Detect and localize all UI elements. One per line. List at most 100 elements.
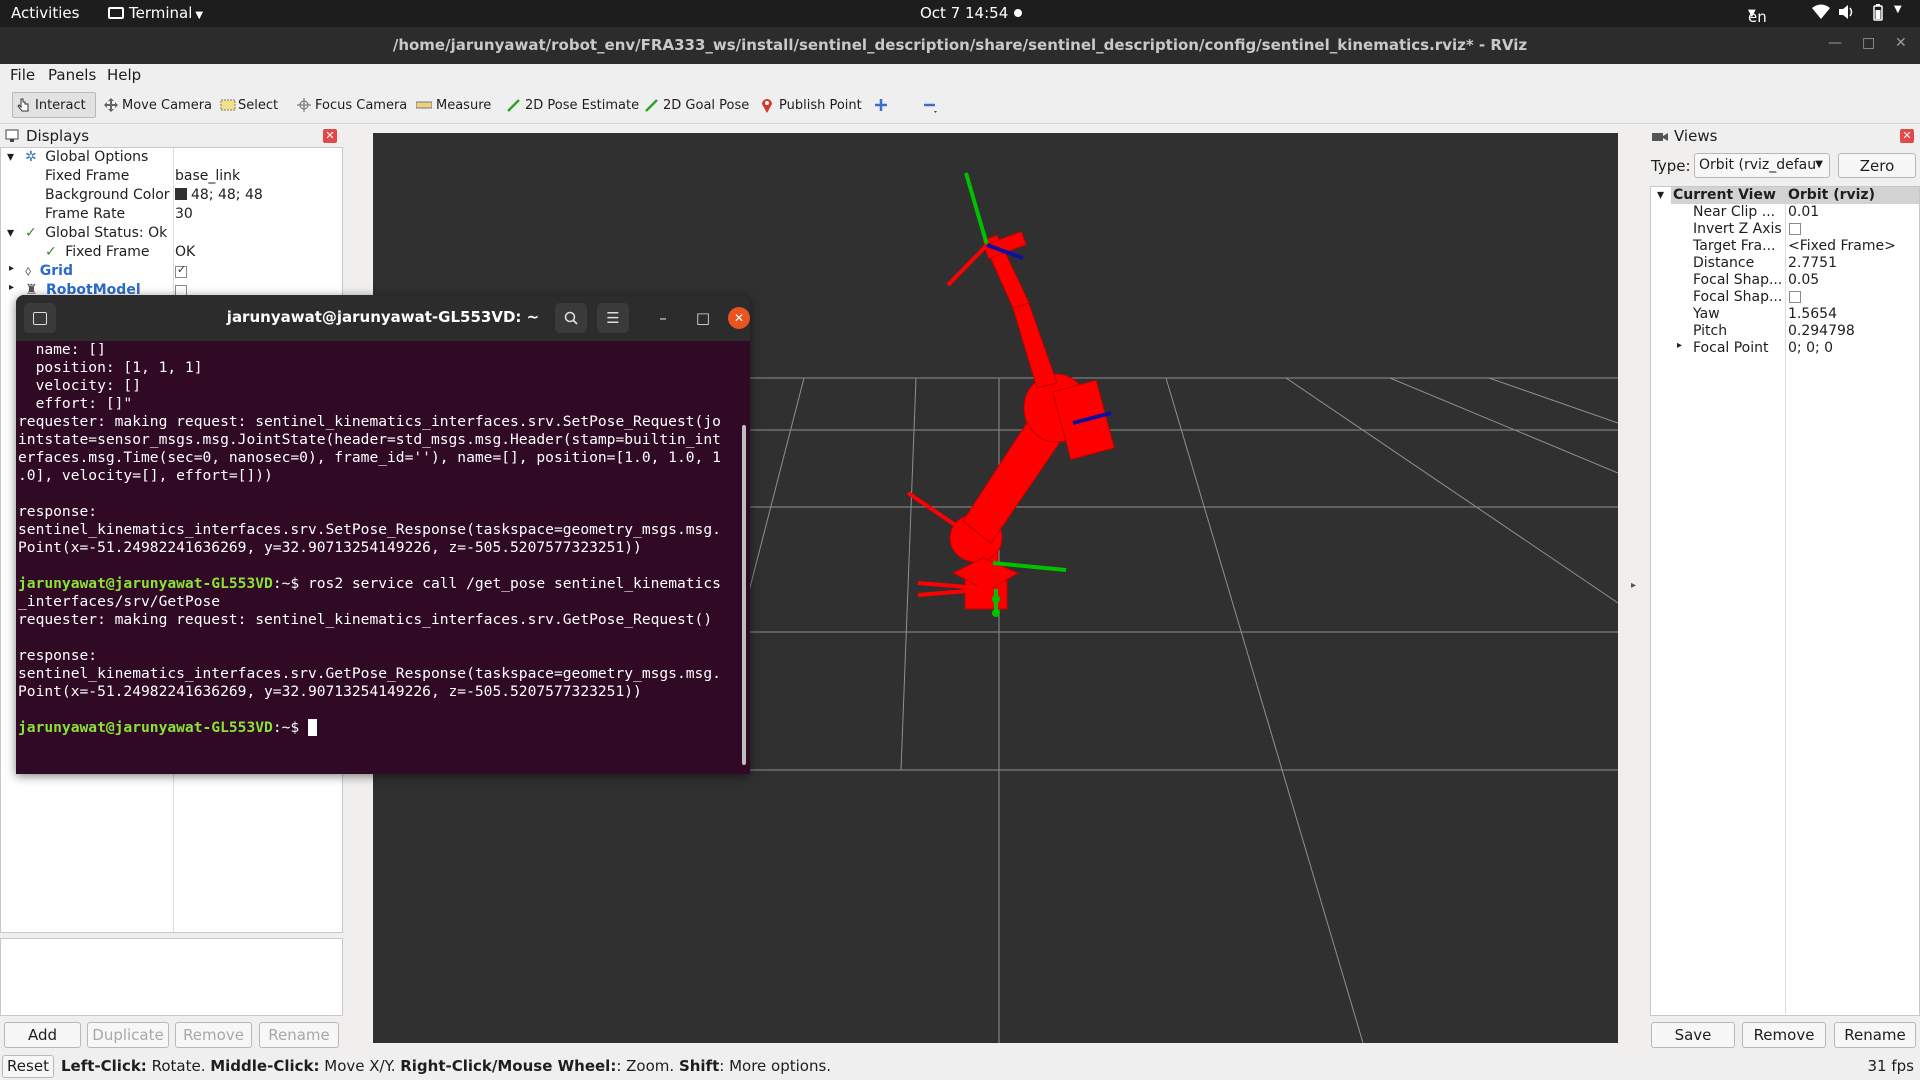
target-frame-field[interactable]: <Fixed Frame> bbox=[1788, 238, 1896, 254]
checkmark-icon: ✓ bbox=[45, 244, 57, 260]
close-icon[interactable]: ✕ bbox=[1900, 129, 1914, 143]
collapse-arrow-icon[interactable]: ▸ bbox=[9, 282, 14, 293]
terminal-prompt-line[interactable]: jarunyawat@jarunyawat-GL553VD:~$ bbox=[18, 719, 738, 737]
focal-point-field[interactable]: 0; 0; 0 bbox=[1788, 340, 1833, 356]
activities-button[interactable]: Activities bbox=[11, 4, 79, 22]
tree-item-global-status[interactable]: ✓ Global Status: Ok bbox=[25, 225, 167, 241]
menu-help[interactable]: Help bbox=[107, 66, 141, 84]
prompt-suffix: :~$ bbox=[272, 575, 308, 592]
focal-shape-fixed-checkbox[interactable] bbox=[1789, 291, 1801, 303]
volume-icon[interactable] bbox=[1838, 4, 1856, 24]
terminal-app-menu[interactable]: Terminal ▼ bbox=[108, 4, 203, 22]
collapse-arrow-icon[interactable]: ▸ bbox=[9, 263, 14, 274]
terminal-line: name: [] bbox=[18, 341, 106, 358]
terminal-line: erfaces.msg.Time(sec=0, nanosec=0), fram… bbox=[18, 449, 721, 466]
view-type-dropdown[interactable]: Orbit (rviz_defau ▼ bbox=[1694, 153, 1830, 178]
terminal-line: .0], velocity=[], effort=[])) bbox=[18, 467, 273, 484]
menu-panels[interactable]: Panels bbox=[48, 66, 96, 84]
terminal-line: intstate=sensor_msgs.msg.JointState(head… bbox=[18, 431, 721, 448]
fps-counter: 31 fps bbox=[1867, 1057, 1914, 1075]
zero-view-button[interactable]: Zero bbox=[1838, 153, 1916, 178]
maximize-icon: □ bbox=[695, 309, 711, 327]
collapse-arrow-icon[interactable]: ▸ bbox=[1677, 340, 1682, 351]
tree-divider bbox=[1785, 204, 1786, 1014]
frame-rate-field[interactable]: 30 bbox=[175, 206, 193, 222]
focal-shape-fixed-label: Focal Shap... bbox=[1693, 289, 1783, 305]
add-tool-button[interactable] bbox=[870, 92, 892, 118]
focal-shape-size-field[interactable]: 0.05 bbox=[1788, 272, 1819, 288]
duplicate-display-button[interactable]: Duplicate bbox=[87, 1022, 169, 1048]
clock[interactable]: Oct 7 14:54 bbox=[920, 4, 1008, 22]
minimize-icon[interactable]: — bbox=[1828, 35, 1842, 51]
tree-item-global-options[interactable]: ✲ Global Options bbox=[25, 149, 148, 165]
remove-tool-button[interactable] bbox=[918, 92, 940, 118]
shell-prompt: jarunyawat@jarunyawat-GL553VD bbox=[18, 719, 273, 736]
expand-arrow-icon[interactable]: ▾ bbox=[7, 225, 14, 241]
remove-display-button[interactable]: Remove bbox=[175, 1022, 252, 1048]
system-menu-chevron-icon[interactable]: ▼ bbox=[1894, 4, 1902, 15]
interact-tool-button[interactable]: Interact bbox=[12, 92, 96, 118]
pose-estimate-tool-button[interactable]: 2D Pose Estimate bbox=[503, 92, 643, 118]
terminal-search-button[interactable] bbox=[555, 303, 587, 333]
background-color-label: Background Color bbox=[45, 187, 170, 203]
fixed-frame-field[interactable]: base_link bbox=[175, 168, 240, 184]
ruler-icon bbox=[415, 98, 433, 112]
terminal-close-button[interactable]: ✕ bbox=[728, 307, 750, 329]
remove-view-button[interactable]: Remove bbox=[1742, 1022, 1826, 1048]
close-icon[interactable]: ✕ bbox=[1895, 35, 1907, 51]
terminal-line: response: bbox=[18, 503, 98, 520]
current-view-label: Current View bbox=[1673, 187, 1776, 203]
terminal-minimize-button[interactable]: – bbox=[647, 303, 679, 333]
collapse-right-panel-icon[interactable]: ▸ bbox=[1631, 580, 1636, 591]
terminal-menu-button[interactable]: ☰ bbox=[597, 303, 629, 333]
select-box-icon bbox=[220, 98, 236, 112]
close-icon[interactable]: ✕ bbox=[323, 129, 337, 143]
terminal-maximize-button[interactable]: □ bbox=[687, 303, 719, 333]
add-display-button[interactable]: Add bbox=[4, 1022, 81, 1048]
color-swatch bbox=[175, 188, 187, 200]
terminal-line: response: bbox=[18, 647, 98, 664]
frame-rate-label: Frame Rate bbox=[45, 206, 126, 222]
expand-arrow-icon[interactable]: ▾ bbox=[1657, 187, 1664, 203]
select-tool-button[interactable]: Select bbox=[216, 92, 282, 118]
terminal-line: Point(x=-51.24982241636269, y=32.9071325… bbox=[18, 539, 642, 556]
goal-pose-tool-button[interactable]: 2D Goal Pose bbox=[641, 92, 753, 118]
grid-enabled-checkbox[interactable]: ✓ bbox=[175, 263, 187, 278]
window-title-bar: /home/jarunyawat/robot_env/FRA333_ws/ins… bbox=[0, 27, 1920, 64]
menu-file[interactable]: File bbox=[10, 66, 35, 84]
invert-z-checkbox[interactable] bbox=[1789, 223, 1801, 235]
yaw-label: Yaw bbox=[1693, 306, 1720, 322]
move-camera-tool-button[interactable]: Move Camera bbox=[100, 92, 216, 118]
save-view-button[interactable]: Save bbox=[1651, 1022, 1735, 1048]
terminal-line: Point(x=-51.24982241636269, y=32.9071325… bbox=[18, 683, 642, 700]
maximize-icon[interactable]: □ bbox=[1862, 35, 1875, 51]
pitch-field[interactable]: 0.294798 bbox=[1788, 323, 1855, 339]
terminal-window[interactable]: jarunyawat@jarunyawat-GL553VD: ~ ☰ – □ ✕… bbox=[16, 295, 750, 774]
tree-item-grid[interactable]: ⬨ Grid bbox=[25, 263, 73, 279]
measure-tool-button[interactable]: Measure bbox=[412, 92, 495, 118]
expand-arrow-icon[interactable]: ▾ bbox=[7, 149, 14, 165]
chevron-down-icon: ▼ bbox=[1815, 159, 1823, 170]
terminal-line: effort: []" bbox=[18, 395, 133, 412]
minus-icon bbox=[922, 98, 937, 113]
focal-shape-size-label: Focal Shap... bbox=[1693, 272, 1783, 288]
tree-item-fixed-frame-status[interactable]: ✓ Fixed Frame bbox=[45, 244, 150, 260]
distance-field[interactable]: 2.7751 bbox=[1788, 255, 1837, 271]
publish-point-tool-button[interactable]: Publish Point bbox=[757, 92, 866, 118]
yaw-field[interactable]: 1.5654 bbox=[1788, 306, 1837, 322]
current-view-value: Orbit (rviz) bbox=[1788, 187, 1875, 203]
focus-camera-tool-button[interactable]: Focus Camera bbox=[293, 92, 411, 118]
status-bar: Reset Left-Click: Rotate. Middle-Click: … bbox=[0, 1053, 1920, 1080]
wifi-icon[interactable] bbox=[1812, 4, 1830, 24]
battery-icon[interactable] bbox=[1873, 4, 1883, 25]
rename-view-button[interactable]: Rename bbox=[1834, 1022, 1916, 1048]
near-clip-field[interactable]: 0.01 bbox=[1788, 204, 1819, 220]
terminal-output[interactable]: name: [] position: [1, 1, 1] velocity: [… bbox=[18, 341, 738, 771]
rename-display-button[interactable]: Rename bbox=[259, 1022, 339, 1048]
checkmark-icon: ✓ bbox=[25, 225, 37, 241]
background-color-field[interactable]: 48; 48; 48 bbox=[175, 187, 263, 203]
green-arrow-icon bbox=[507, 98, 521, 112]
terminal-scrollbar[interactable] bbox=[742, 425, 746, 765]
reset-button[interactable]: Reset bbox=[2, 1055, 54, 1078]
